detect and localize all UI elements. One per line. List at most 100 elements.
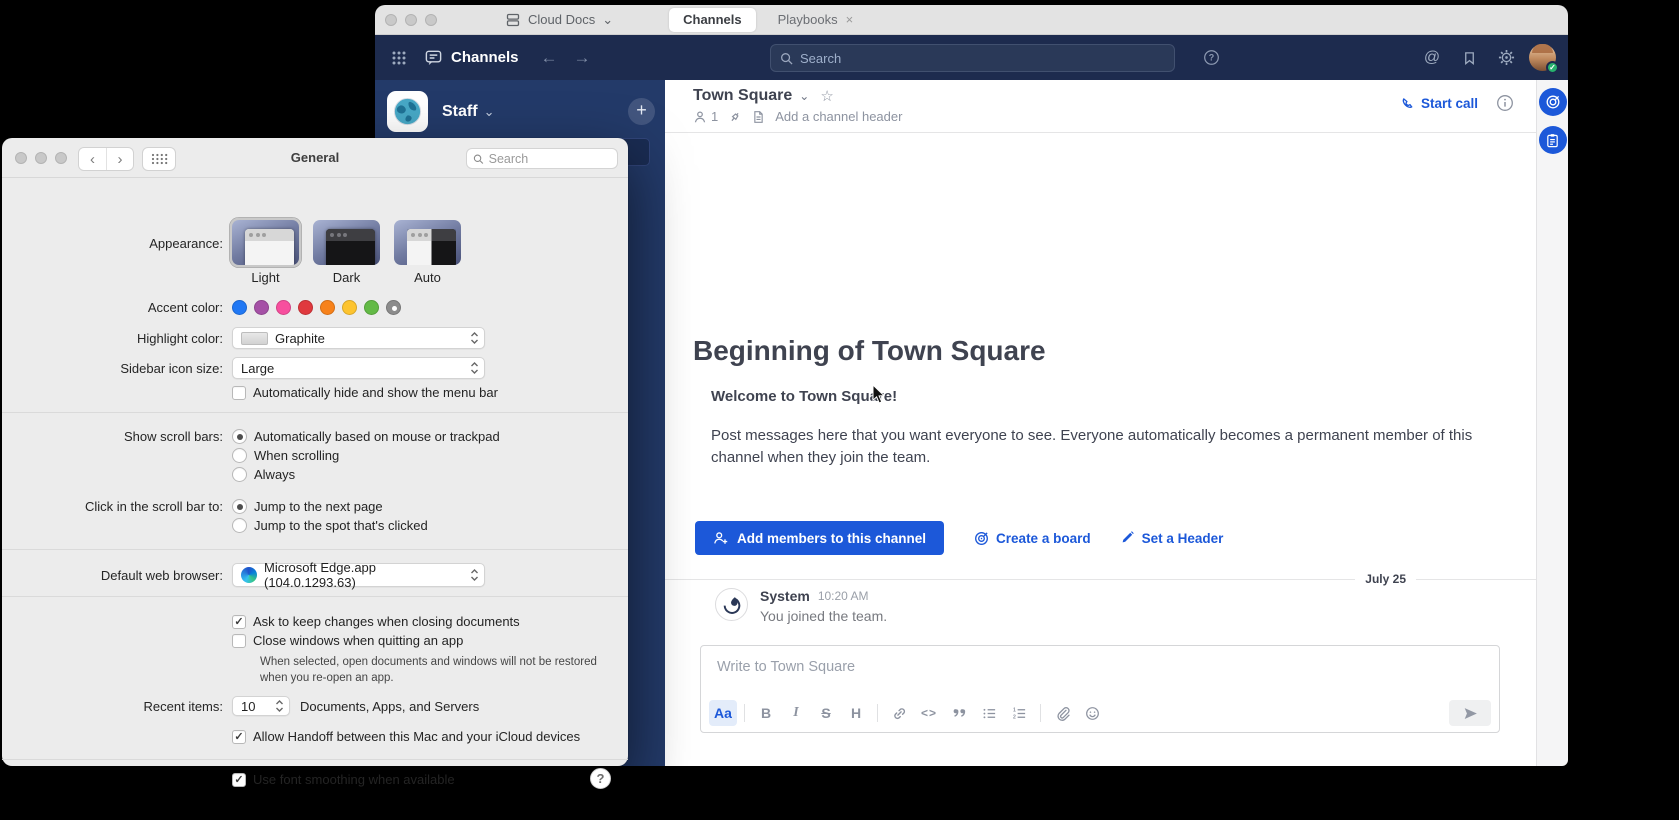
accent-red[interactable] xyxy=(298,300,313,315)
saved-posts-icon[interactable] xyxy=(1455,44,1483,72)
close-tab-icon[interactable]: × xyxy=(846,12,854,27)
global-search[interactable] xyxy=(770,44,1175,72)
message-timestamp[interactable]: 10:20 AM xyxy=(818,589,869,603)
link-button[interactable] xyxy=(885,700,913,726)
mentions-icon[interactable]: @ xyxy=(1418,44,1446,72)
tab-channels-label: Channels xyxy=(683,12,742,27)
server-selector[interactable]: Cloud Docs ⌄ xyxy=(505,12,613,28)
appearance-label: Appearance: xyxy=(2,220,232,251)
search-icon xyxy=(780,52,793,65)
hide-menu-bar-checkbox[interactable] xyxy=(232,386,246,400)
help-button[interactable]: ? xyxy=(590,768,611,789)
prefs-search-input[interactable] xyxy=(489,152,611,166)
jump-to-spot-radio[interactable] xyxy=(232,518,247,533)
bold-button[interactable]: B xyxy=(752,700,780,726)
close-traffic-light[interactable] xyxy=(385,14,397,26)
create-board-button[interactable]: Create a board xyxy=(974,531,1091,546)
handoff-label: Allow Handoff between this Mac and your … xyxy=(253,729,580,744)
strikethrough-button[interactable]: S xyxy=(812,700,840,726)
history-back-icon[interactable]: ← xyxy=(541,48,558,68)
settings-gear-icon[interactable] xyxy=(1492,44,1520,72)
accent-orange[interactable] xyxy=(320,300,335,315)
hide-menu-bar-label: Automatically hide and show the menu bar xyxy=(253,385,498,400)
appearance-option-dark[interactable]: Dark xyxy=(313,220,380,285)
scrollbars-always-radio[interactable] xyxy=(232,467,247,482)
message-input[interactable] xyxy=(701,646,1499,675)
jump-to-spot-label: Jump to the spot that's clicked xyxy=(254,518,428,533)
scrollbars-auto-radio[interactable] xyxy=(232,429,247,444)
channel-header-placeholder[interactable]: Add a channel header xyxy=(775,109,902,124)
channel-info-icon[interactable] xyxy=(1496,94,1514,112)
history-forward-icon[interactable]: → xyxy=(574,48,591,68)
accent-yellow[interactable] xyxy=(342,300,357,315)
help-icon[interactable]: ? xyxy=(1197,44,1225,72)
channel-menu-chevron-icon[interactable]: ⌄ xyxy=(799,89,809,103)
favorite-star-icon[interactable]: ☆ xyxy=(820,87,833,105)
member-count: 1 xyxy=(711,109,718,124)
highlight-value: Graphite xyxy=(275,331,461,346)
sidebar-icon-size-select[interactable]: Large xyxy=(232,357,485,379)
accent-purple[interactable] xyxy=(254,300,269,315)
attachment-paperclip-icon[interactable] xyxy=(1048,700,1076,726)
accent-blue[interactable] xyxy=(232,300,247,315)
recent-items-select[interactable]: 10 xyxy=(232,696,290,716)
tab-channels[interactable]: Channels xyxy=(669,8,756,32)
italic-button[interactable]: I xyxy=(782,700,810,726)
start-call-label: Start call xyxy=(1421,96,1478,111)
emoji-picker-icon[interactable] xyxy=(1078,700,1106,726)
formatting-toggle-button[interactable]: Aa xyxy=(709,700,737,726)
global-search-input[interactable] xyxy=(800,51,1165,66)
code-button[interactable]: <> xyxy=(915,700,943,726)
accent-green[interactable] xyxy=(364,300,379,315)
boards-app-icon[interactable] xyxy=(1539,88,1567,116)
restore-note: When selected, open documents and window… xyxy=(260,655,620,686)
apps-grid-icon[interactable] xyxy=(385,44,413,72)
ask-keep-changes-checkbox[interactable]: ✓ xyxy=(232,615,246,629)
accent-graphite-selected[interactable] xyxy=(386,300,401,315)
jump-next-page-radio[interactable] xyxy=(232,499,247,514)
handoff-checkbox[interactable]: ✓ xyxy=(232,730,246,744)
scrollbars-when-scrolling-label: When scrolling xyxy=(254,448,339,463)
team-name[interactable]: Staff xyxy=(442,103,478,121)
sidebar-icon-size-value: Large xyxy=(241,361,461,376)
heading-button[interactable]: H xyxy=(842,700,870,726)
font-smoothing-label: Use font smoothing when available xyxy=(253,772,455,787)
default-browser-select[interactable]: Microsoft Edge.app (104.0.1293.63) xyxy=(232,563,485,587)
start-call-button[interactable]: Start call xyxy=(1401,96,1478,111)
numbered-list-button[interactable]: 1 2 xyxy=(1005,700,1033,726)
add-members-label: Add members to this channel xyxy=(737,531,926,546)
members-count-button[interactable]: 1 xyxy=(693,109,718,124)
channel-header: Town Square ⌄ ☆ 1 xyxy=(665,80,1536,133)
appearance-option-auto[interactable]: Auto xyxy=(394,220,461,285)
quote-button[interactable] xyxy=(945,700,973,726)
prefs-title-bar: ‹ › General xyxy=(2,138,628,178)
tab-playbooks[interactable]: Playbooks × xyxy=(764,8,868,32)
send-message-button[interactable] xyxy=(1449,700,1491,726)
pinned-posts-icon[interactable] xyxy=(728,110,742,124)
close-windows-checkbox[interactable] xyxy=(232,634,246,648)
minimize-traffic-light[interactable] xyxy=(405,14,417,26)
highlight-color-select[interactable]: Graphite xyxy=(232,327,485,349)
accent-color-label: Accent color: xyxy=(2,300,232,315)
bulleted-list-button[interactable] xyxy=(975,700,1003,726)
system-preferences-window: ‹ › General Appearance: Li xyxy=(2,138,628,766)
recent-items-label: Recent items: xyxy=(2,699,232,714)
add-channel-button[interactable]: + xyxy=(628,98,655,125)
message-author[interactable]: System xyxy=(760,588,810,604)
add-members-button[interactable]: Add members to this channel xyxy=(695,521,944,555)
team-icon[interactable] xyxy=(387,91,428,132)
chevron-down-icon: ⌄ xyxy=(602,12,613,28)
zoom-traffic-light[interactable] xyxy=(425,14,437,26)
prefs-search-field[interactable] xyxy=(466,148,618,169)
user-avatar[interactable]: ✓ xyxy=(1529,44,1556,71)
channel-files-icon[interactable] xyxy=(752,110,765,124)
team-menu-chevron-icon[interactable]: ⌄ xyxy=(484,104,495,120)
appearance-option-light[interactable]: Light xyxy=(232,220,299,285)
accent-pink[interactable] xyxy=(276,300,291,315)
channel-name[interactable]: Town Square xyxy=(693,87,792,105)
font-smoothing-checkbox[interactable]: ✓ xyxy=(232,773,246,787)
scrollbars-when-scrolling-radio[interactable] xyxy=(232,448,247,463)
date-divider-label[interactable]: July 25 xyxy=(1355,572,1416,586)
set-header-button[interactable]: Set a Header xyxy=(1121,531,1224,546)
playbooks-app-icon[interactable] xyxy=(1539,126,1567,154)
